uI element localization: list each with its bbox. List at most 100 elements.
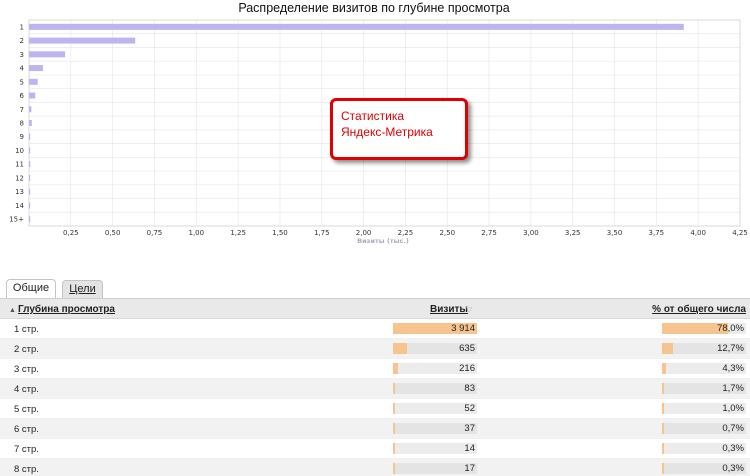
cell-depth: 8 стр. xyxy=(14,464,39,475)
table-row[interactable]: 6 стр. 37 0,7% xyxy=(0,419,750,439)
y-tick-label: 2 xyxy=(20,37,24,45)
cell-visits: 14 xyxy=(464,443,475,454)
help-icon[interactable]: ▽ xyxy=(466,305,472,314)
cell-depth: 6 стр. xyxy=(14,424,39,435)
y-tick-label: 1 xyxy=(20,23,24,31)
cell-depth: 1 стр. xyxy=(14,324,39,335)
x-axis-label: Визиты (тыс.) xyxy=(357,237,409,245)
depth-table: ▲ Глубина просмотра Визиты ▽ % от общего … xyxy=(0,298,750,476)
bar xyxy=(29,147,31,154)
visits-bar-track: 52 xyxy=(393,403,477,414)
cell-visits: 17 xyxy=(464,463,475,474)
y-tick-label: 12 xyxy=(15,174,24,182)
tab-goals[interactable]: Цели xyxy=(62,280,103,299)
cell-share: 0,7% xyxy=(722,423,744,434)
column-header-visits[interactable]: Визиты xyxy=(430,304,468,315)
table-row[interactable]: 3 стр. 216 4,3% xyxy=(0,359,750,379)
visits-bar-fill xyxy=(393,443,395,454)
x-tick-label: 0,25 xyxy=(63,229,79,237)
tab-goals-label: Цели xyxy=(69,283,96,295)
chart-title: Распределение визитов по глубине просмот… xyxy=(238,1,509,15)
share-bar-fill xyxy=(662,343,673,354)
x-tick-label: 1,50 xyxy=(272,229,288,237)
cell-share: 1,7% xyxy=(722,383,744,394)
share-bar-track: 0,3% xyxy=(662,463,746,474)
x-tick-label: 2,00 xyxy=(356,229,372,237)
table-row[interactable]: 8 стр. 17 0,3% xyxy=(0,459,750,476)
visits-bar-track: 37 xyxy=(393,423,477,434)
y-tick-label: 15+ xyxy=(9,216,24,224)
bar xyxy=(29,188,31,195)
bar xyxy=(29,92,36,99)
cell-share: 0,3% xyxy=(722,443,744,454)
table-row[interactable]: 7 стр. 14 0,3% xyxy=(0,439,750,459)
x-tick-label: 1,25 xyxy=(230,229,246,237)
table-body: 1 стр. 3 914 78,0% 2 стр. 635 12,7% 3 стр. 216 4… xyxy=(0,319,750,476)
x-tick-label: 4,25 xyxy=(732,229,748,237)
share-bar-track: 1,7% xyxy=(662,383,746,394)
y-tick-label: 14 xyxy=(15,202,24,210)
visits-bar-track: 216 xyxy=(393,363,477,374)
bar xyxy=(29,174,31,181)
cell-visits: 3 914 xyxy=(451,323,475,334)
share-bar-fill xyxy=(662,383,664,394)
cell-depth: 4 стр. xyxy=(14,384,39,395)
y-tick-label: 5 xyxy=(20,78,24,86)
visits-bar-fill xyxy=(393,403,395,414)
visits-bar-fill xyxy=(393,423,395,434)
share-bar-track: 4,3% xyxy=(662,363,746,374)
visits-bar-track: 14 xyxy=(393,443,477,454)
share-bar-fill xyxy=(662,423,664,434)
tab-general[interactable]: Общие xyxy=(6,279,56,298)
chart-y-ticks: 123456789101112131415+ xyxy=(9,23,24,223)
bar xyxy=(29,78,38,85)
share-bar-fill xyxy=(662,363,666,374)
share-bar-track: 0,3% xyxy=(662,443,746,454)
bar xyxy=(29,161,31,168)
y-tick-label: 3 xyxy=(20,51,24,59)
share-bar-track: 0,7% xyxy=(662,423,746,434)
sort-ascending-icon: ▲ xyxy=(9,307,16,314)
cell-share: 4,3% xyxy=(722,363,744,374)
bar xyxy=(29,37,136,44)
cell-depth: 3 стр. xyxy=(14,364,39,375)
callout-box: Статистика Яндекс-Метрика xyxy=(330,98,468,160)
table-row[interactable]: 5 стр. 52 1,0% xyxy=(0,399,750,419)
x-tick-label: 3,75 xyxy=(649,229,665,237)
x-tick-label: 0,75 xyxy=(147,229,163,237)
bar xyxy=(29,51,66,58)
share-bar-track: 1,0% xyxy=(662,403,746,414)
share-bar-track: 78,0% xyxy=(662,323,746,334)
y-tick-label: 10 xyxy=(15,147,24,155)
table-row[interactable]: 4 стр. 83 1,7% xyxy=(0,379,750,399)
x-tick-label: 3,00 xyxy=(523,229,539,237)
visits-bar-fill xyxy=(393,463,395,474)
column-header-share[interactable]: % от общего числа xyxy=(652,304,746,315)
column-header-depth[interactable]: ▲ Глубина просмотра xyxy=(9,304,115,315)
cell-depth: 7 стр. xyxy=(14,444,39,455)
x-tick-label: 3,25 xyxy=(565,229,581,237)
bar xyxy=(29,65,43,72)
callout-line-1: Статистика xyxy=(341,109,405,123)
x-tick-label: 1,00 xyxy=(188,229,204,237)
table-row[interactable]: 1 стр. 3 914 78,0% xyxy=(0,319,750,339)
visits-bar-fill xyxy=(393,343,407,354)
tab-general-label: Общие xyxy=(12,282,50,294)
cell-share: 12,7% xyxy=(717,343,744,354)
bar xyxy=(29,106,32,113)
x-tick-label: 0,50 xyxy=(105,229,121,237)
table-row[interactable]: 2 стр. 635 12,7% xyxy=(0,339,750,359)
y-tick-label: 9 xyxy=(20,133,24,141)
visits-bar-track: 17 xyxy=(393,463,477,474)
visits-bar-track: 3 914 xyxy=(393,323,477,334)
share-bar-track: 12,7% xyxy=(662,343,746,354)
callout-line-2: Яндекс-Метрика xyxy=(341,125,433,139)
cell-depth: 2 стр. xyxy=(14,344,39,355)
chart-x-ticks: 0,25 0,50 0,75 1,00 1,25 1,50 1,75 2,00 2,25 2,50… xyxy=(63,229,748,237)
bar xyxy=(29,133,31,140)
x-tick-label: 2,25 xyxy=(398,229,414,237)
share-bar-fill xyxy=(662,443,664,454)
visits-bar-fill xyxy=(393,363,398,374)
x-tick-label: 2,75 xyxy=(481,229,497,237)
bar xyxy=(29,120,32,126)
